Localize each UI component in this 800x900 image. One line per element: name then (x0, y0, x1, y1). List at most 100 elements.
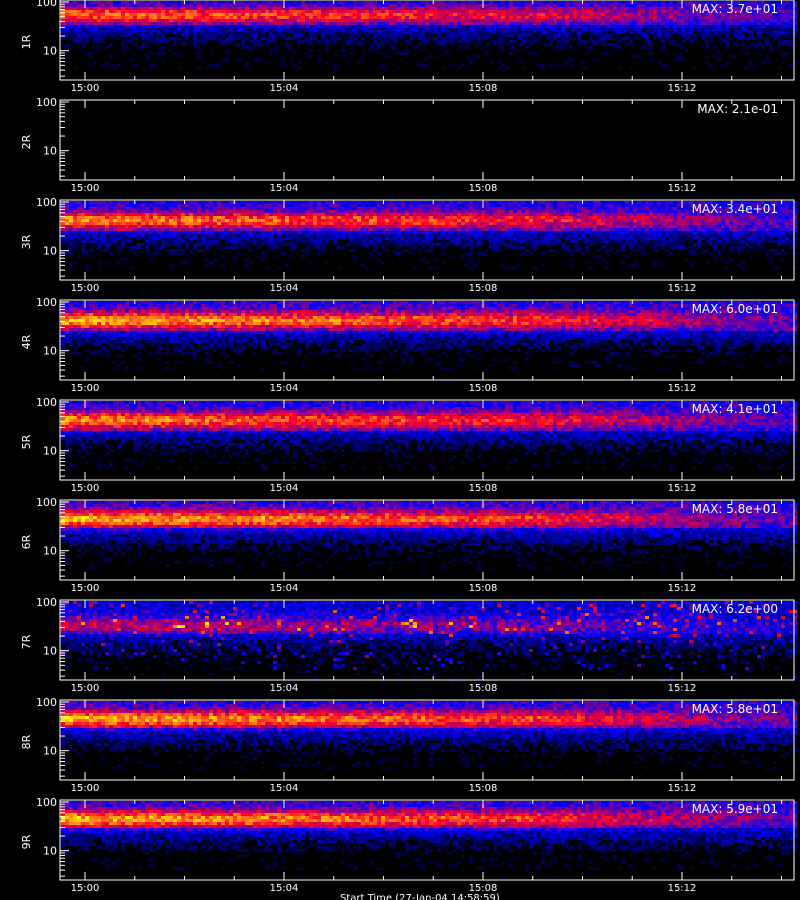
heatmap-cell (505, 246, 509, 249)
heatmap-cell (173, 16, 177, 19)
heatmap-cell (285, 216, 289, 219)
heatmap-cell (437, 237, 441, 240)
heatmap-cell (77, 213, 81, 216)
heatmap-cell (185, 207, 189, 210)
heatmap-cell (133, 4, 137, 7)
heatmap-cell (725, 25, 729, 28)
heatmap-cell (433, 225, 437, 228)
heatmap-cell (497, 216, 501, 219)
heatmap-cell (593, 31, 597, 34)
heatmap-cell (545, 19, 549, 22)
heatmap-cell (145, 25, 149, 28)
heatmap-cell (401, 240, 405, 243)
heatmap-cell (101, 16, 105, 19)
heatmap-cell (245, 210, 249, 213)
x-tick-label: 15:04 (270, 183, 299, 194)
heatmap-cell (385, 25, 389, 28)
heatmap-cell (193, 31, 197, 34)
heatmap-cell (505, 19, 509, 22)
heatmap-cell (369, 222, 373, 225)
heatmap-cell (305, 7, 309, 10)
heatmap-cell (465, 31, 469, 34)
heatmap-cell (481, 22, 485, 25)
heatmap-cell (301, 231, 305, 234)
heatmap-cell (305, 228, 309, 231)
heatmap-cell (361, 10, 365, 13)
heatmap-cell (569, 228, 573, 231)
heatmap-cell (681, 40, 685, 43)
heatmap-cell (169, 237, 173, 240)
heatmap-cell (133, 43, 137, 46)
heatmap-cell (65, 22, 69, 25)
heatmap-cell (321, 37, 325, 40)
heatmap-cell (481, 234, 485, 237)
max-annotation-1r: MAX: 3.7e+01 (692, 2, 778, 16)
heatmap-cell (305, 219, 309, 222)
heatmap-cell (389, 19, 393, 22)
heatmap-cell (341, 19, 345, 22)
heatmap-cell (165, 40, 169, 43)
heatmap-cell (753, 19, 757, 22)
heatmap-cell (737, 43, 741, 46)
heatmap-cell (669, 37, 673, 40)
heatmap-cell (89, 31, 93, 34)
heatmap-cell (253, 16, 257, 19)
heatmap-cell (309, 216, 313, 219)
heatmap-cell (505, 213, 509, 216)
heatmap-cell (273, 216, 277, 219)
heatmap-cell (181, 13, 185, 16)
heatmap-cell (333, 234, 337, 237)
heatmap-cell (213, 13, 217, 16)
heatmap-cell (281, 34, 285, 37)
heatmap-cell (569, 237, 573, 240)
heatmap-cell (461, 31, 465, 34)
heatmap-cell (353, 222, 357, 225)
heatmap-cell (517, 201, 521, 204)
heatmap-cell (589, 37, 593, 40)
heatmap-cell (309, 204, 313, 207)
heatmap-cell (745, 19, 749, 22)
heatmap-cell (313, 22, 317, 25)
heatmap-cell (469, 4, 473, 7)
heatmap-cell (189, 204, 193, 207)
heatmap-cell (301, 222, 305, 225)
heatmap-cell (321, 25, 325, 28)
heatmap-cell (101, 28, 105, 31)
heatmap-cell (781, 4, 785, 7)
heatmap-cell (561, 4, 565, 7)
heatmap-cell (229, 207, 233, 210)
heatmap-cell (561, 207, 565, 210)
heatmap-cell (333, 40, 337, 43)
heatmap-cell (109, 201, 113, 204)
heatmap-cell (153, 37, 157, 40)
heatmap-cell (745, 28, 749, 31)
heatmap-cell (429, 28, 433, 31)
heatmap-cell (633, 25, 637, 28)
heatmap-cell (473, 28, 477, 31)
heatmap-cell (449, 28, 453, 31)
heatmap-cell (213, 240, 217, 243)
heatmap-cell (625, 7, 629, 10)
heatmap-cell (749, 31, 753, 34)
heatmap-cell (293, 25, 297, 28)
heatmap-cell (313, 19, 317, 22)
heatmap-cell (561, 234, 565, 237)
heatmap-cell (453, 225, 457, 228)
heatmap-cell (709, 25, 713, 28)
heatmap-cell (721, 37, 725, 40)
heatmap-cell (553, 213, 557, 216)
heatmap-cell (169, 13, 173, 16)
heatmap-cell (157, 22, 161, 25)
heatmap-cell (181, 213, 185, 216)
heatmap-cell (269, 228, 273, 231)
heatmap-cell (677, 4, 681, 7)
heatmap-cell (529, 240, 533, 243)
heatmap-cell (105, 231, 109, 234)
heatmap-cell (405, 13, 409, 16)
heatmap-cell (269, 13, 273, 16)
heatmap-cell (341, 10, 345, 13)
heatmap-cell (533, 219, 537, 222)
heatmap-cell (201, 7, 205, 10)
heatmap-cell (497, 240, 501, 243)
heatmap-cell (173, 204, 177, 207)
